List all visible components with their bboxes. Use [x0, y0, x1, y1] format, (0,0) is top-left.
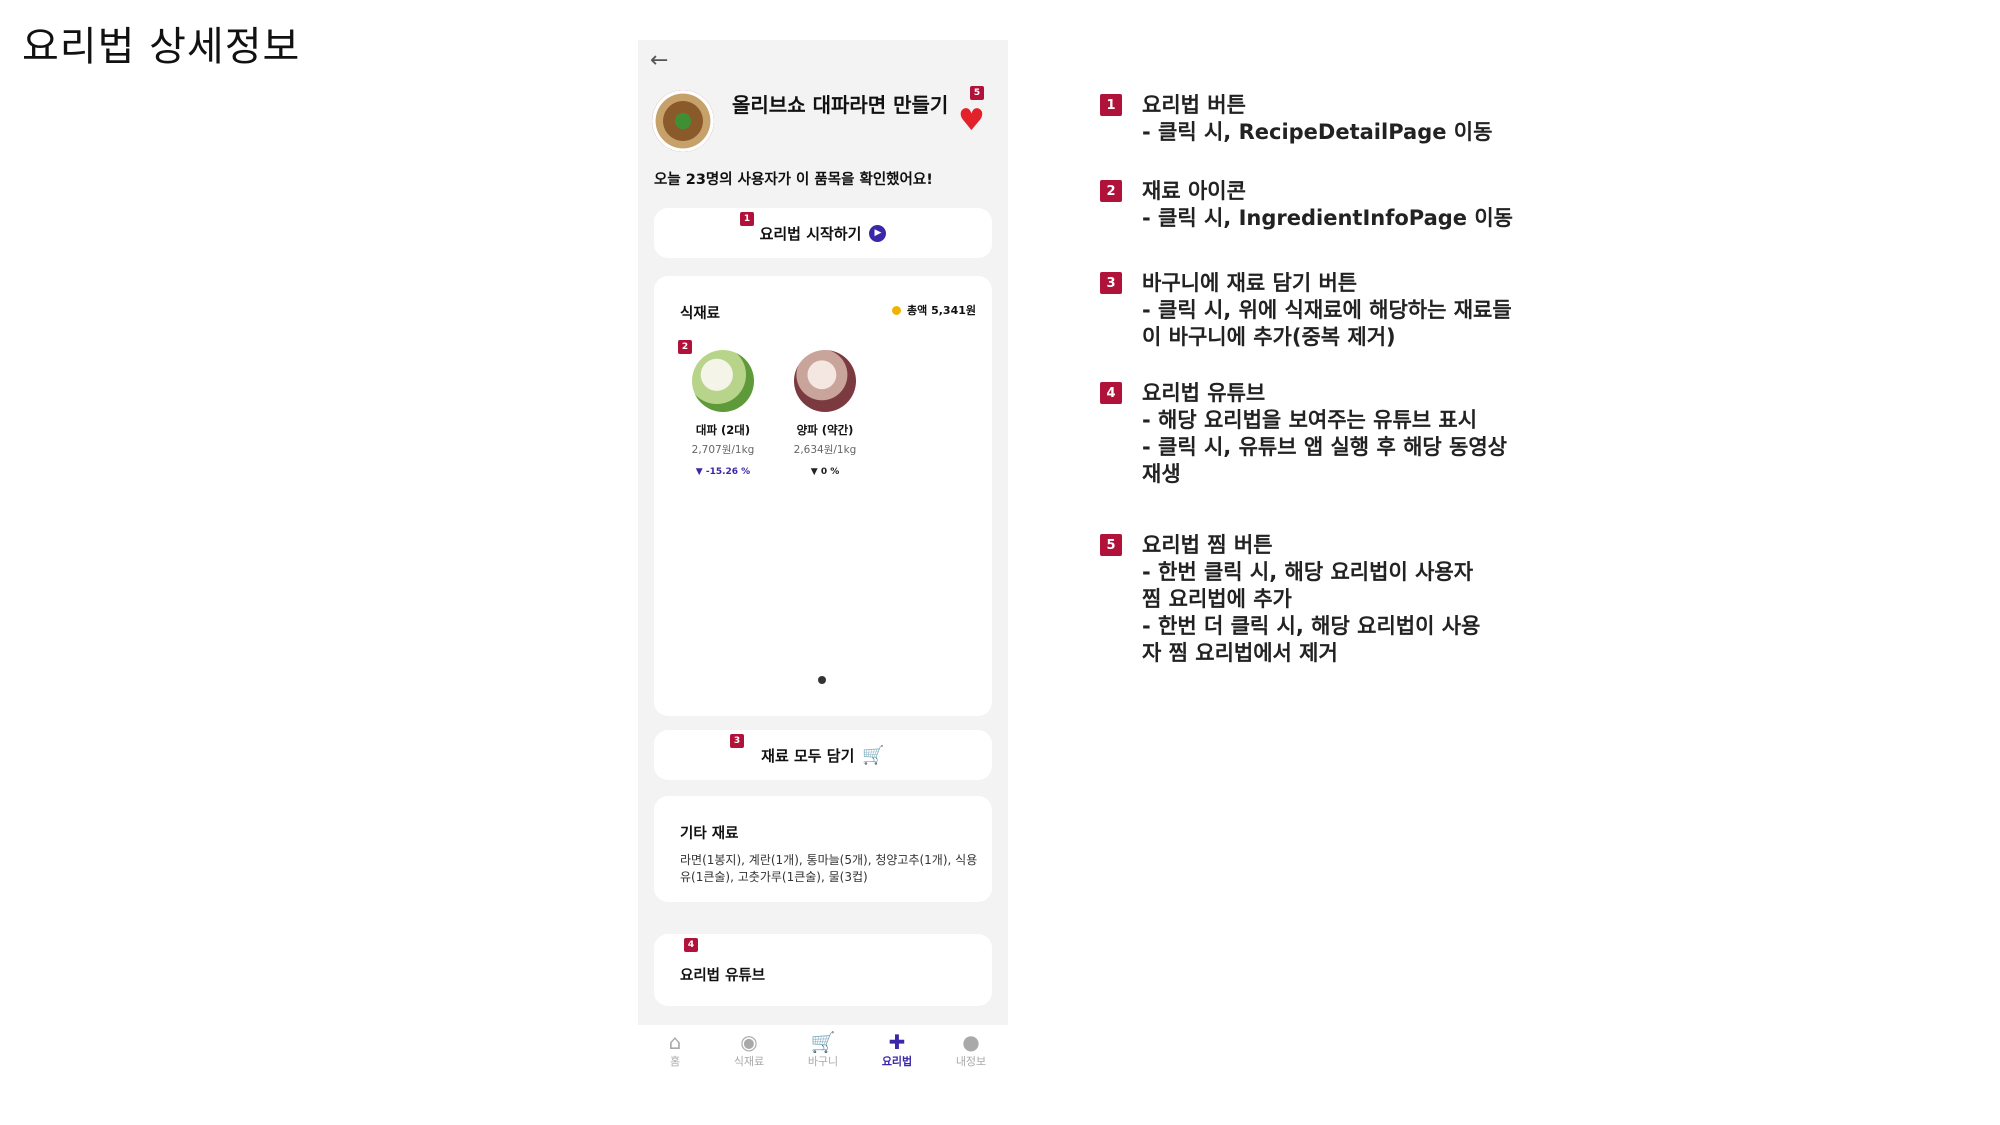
ingredients-card: 식재료 총액 5,341원 2 대파 (2대) 2,707원/1kg ▼ -15…	[654, 276, 992, 716]
badge-3: 3	[730, 734, 744, 748]
annotation-number: 5	[1100, 534, 1122, 556]
bottom-nav: ⌂ 홈 ◉ 식재료 🛒 바구니 ✚ 요리법 ● 내정보	[638, 1025, 1008, 1075]
pager-dot[interactable]	[818, 676, 826, 684]
total-price: 총액 5,341원	[892, 302, 976, 318]
utensils-icon: ✚	[888, 1030, 906, 1054]
ingredient-icon: ◉	[740, 1030, 758, 1054]
start-recipe-label: 요리법 시작하기	[759, 224, 862, 243]
etc-text: 라면(1봉지), 계란(1개), 통마늘(5개), 청양고추(1개), 식용유(…	[680, 853, 978, 884]
badge-1: 1	[740, 212, 754, 226]
green-onion-icon[interactable]	[692, 350, 754, 412]
home-icon: ⌂	[668, 1030, 682, 1054]
youtube-card[interactable]: 4 요리법 유튜브	[654, 934, 992, 1006]
play-icon: ▶	[869, 224, 887, 242]
annotation-3: 3 바구니에 재료 담기 버튼 - 클릭 시, 위에 식재료에 해당하는 재료들…	[1100, 270, 1512, 351]
price-change: ▼ -15.26 %	[695, 467, 751, 477]
ingredient-name: 대파 (2대)	[695, 423, 751, 437]
annotation-number: 3	[1100, 272, 1122, 294]
ingredients-title: 식재료	[680, 306, 721, 322]
annotation-1: 1 요리법 버튼 - 클릭 시, RecipeDetailPage 이동	[1100, 92, 1492, 146]
youtube-title: 요리법 유튜브	[680, 968, 766, 984]
arrow-left-icon[interactable]: ←	[650, 50, 668, 72]
annotation-4: 4 요리법 유튜브 - 해당 요리법을 보여주는 유튜브 표시 - 클릭 시, …	[1100, 380, 1507, 488]
start-recipe-button[interactable]: 요리법 시작하기 ▶	[654, 208, 992, 258]
nav-home[interactable]: ⌂ 홈	[638, 1025, 712, 1075]
add-all-to-cart-button[interactable]: 재료 모두 담기 🛒	[654, 730, 992, 780]
badge-4: 4	[684, 938, 698, 952]
badge-5: 5	[970, 86, 984, 100]
phone-screen: ← 올리브쇼 대파라면 만들기 5 ♥ 오늘 23명의 사용자가 이 품목을 확…	[638, 40, 1008, 1075]
ingredient-price: 2,634원/1kg	[793, 444, 857, 456]
heart-icon[interactable]: ♥	[958, 106, 985, 136]
annotation-number: 1	[1100, 94, 1122, 116]
ingredient-item[interactable]: 대파 (2대) 2,707원/1kg ▼ -15.26 %	[668, 350, 778, 477]
onion-icon[interactable]	[794, 350, 856, 412]
coin-icon	[892, 305, 902, 315]
cart-icon: 🛒	[810, 1030, 836, 1054]
etc-ingredients-card: 기타 재료 라면(1봉지), 계란(1개), 통마늘(5개), 청양고추(1개)…	[654, 796, 992, 902]
ingredient-price: 2,707원/1kg	[691, 444, 755, 456]
annotation-number: 4	[1100, 382, 1122, 404]
annotation-2: 2 재료 아이콘 - 클릭 시, IngredientInfoPage 이동	[1100, 178, 1513, 232]
slide-title: 요리법 상세정보	[22, 24, 301, 70]
ingredient-item[interactable]: 양파 (약간) 2,634원/1kg ▼ 0 %	[770, 350, 880, 477]
add-all-label: 재료 모두 담기	[761, 746, 855, 765]
annotation-5: 5 요리법 찜 버튼 - 한번 클릭 시, 해당 요리법이 사용자 찜 요리법에…	[1100, 532, 1480, 667]
nav-ingredients[interactable]: ◉ 식재료	[712, 1025, 786, 1075]
nav-recipes[interactable]: ✚ 요리법	[860, 1025, 934, 1075]
price-change: ▼ 0 %	[810, 467, 840, 477]
recipe-thumbnail	[652, 90, 714, 152]
view-count-text: 오늘 23명의 사용자가 이 품목을 확인했어요!	[654, 172, 933, 188]
cart-icon: 🛒	[862, 744, 885, 766]
nav-cart[interactable]: 🛒 바구니	[786, 1025, 860, 1075]
user-icon: ●	[962, 1030, 980, 1054]
etc-title: 기타 재료	[680, 826, 739, 842]
ingredient-name: 양파 (약간)	[796, 423, 854, 437]
recipe-title: 올리브쇼 대파라면 만들기	[732, 93, 949, 117]
annotation-number: 2	[1100, 180, 1122, 202]
nav-profile[interactable]: ● 내정보	[934, 1025, 1008, 1075]
